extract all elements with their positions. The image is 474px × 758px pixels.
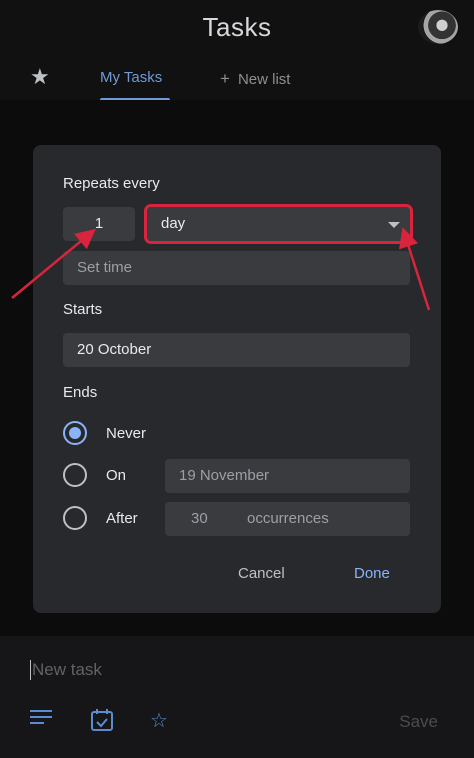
occurrences-unit: occurrences (247, 510, 329, 527)
set-time-field[interactable]: Set time (63, 251, 410, 285)
cancel-button[interactable]: Cancel (238, 565, 285, 582)
ends-label: Ends (63, 384, 98, 401)
interval-unit-value: day (161, 215, 186, 232)
app-title: Tasks (202, 12, 272, 42)
new-task-bar: New task ☆ Save (0, 636, 474, 758)
on-radio[interactable] (63, 463, 87, 487)
done-button[interactable]: Done (354, 565, 390, 582)
after-radio[interactable] (63, 506, 87, 530)
repeat-dialog: Repeats every 1 day Set time Starts 20 O… (33, 145, 441, 613)
tab-my-tasks[interactable]: My Tasks (100, 69, 162, 86)
tab-new-list[interactable]: + New list (220, 69, 290, 89)
occurrences-count: 30 (191, 510, 208, 527)
on-label: On (106, 467, 127, 484)
plus-icon: + (220, 69, 230, 88)
interval-input[interactable]: 1 (63, 207, 135, 241)
starred-tab-star-icon[interactable]: ★ (30, 64, 50, 90)
app-header: Tasks ★ My Tasks + New list (0, 0, 474, 102)
starts-label: Starts (63, 301, 103, 318)
star-outline-icon[interactable]: ☆ (150, 708, 168, 733)
dropdown-caret-icon (388, 222, 400, 228)
never-radio[interactable] (63, 421, 87, 445)
occurrences-field[interactable]: 30 occurrences (165, 502, 410, 536)
new-list-label: New list (237, 71, 291, 88)
details-lines-icon[interactable] (30, 708, 54, 732)
save-button[interactable]: Save (399, 712, 438, 732)
repeats-every-label: Repeats every (63, 175, 160, 192)
ends-on-date-field[interactable]: 19 November (165, 459, 410, 493)
tab-bar: ★ My Tasks + New list (0, 60, 474, 102)
starts-date-field[interactable]: 20 October (63, 333, 410, 367)
new-task-input[interactable]: New task (30, 660, 102, 680)
after-label: After (106, 510, 138, 527)
interval-unit-dropdown[interactable]: day (144, 204, 413, 244)
avatar[interactable] (418, 10, 458, 44)
calendar-check-icon[interactable] (90, 708, 114, 738)
never-label: Never (106, 425, 147, 442)
